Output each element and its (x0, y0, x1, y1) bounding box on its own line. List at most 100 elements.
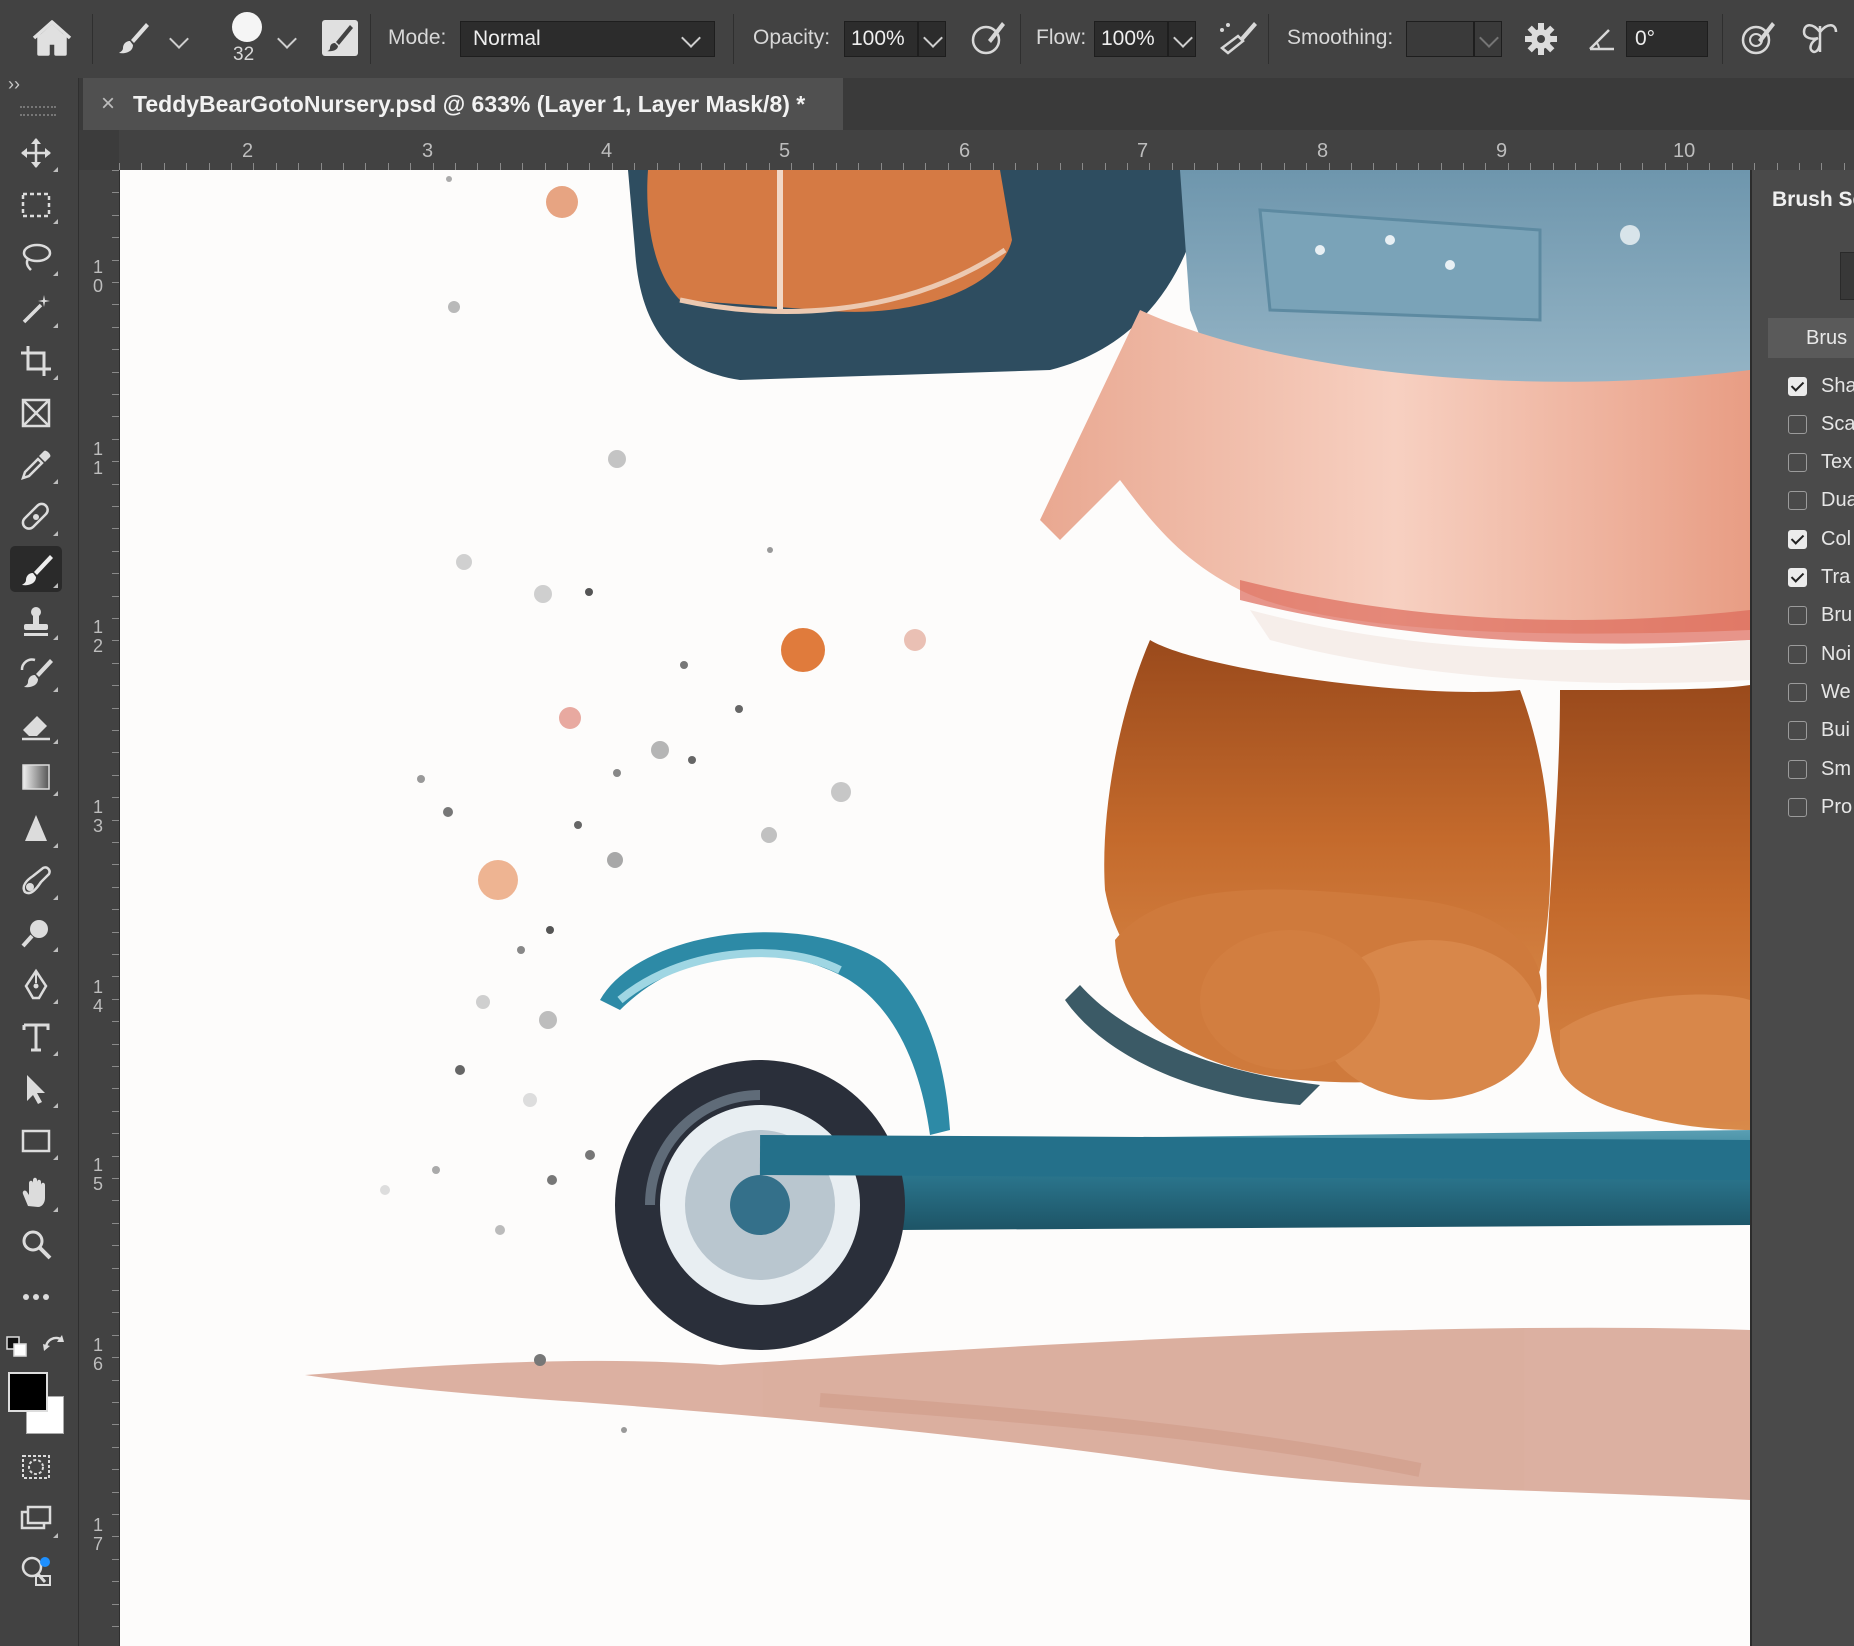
ruler-tick (112, 1603, 119, 1605)
eraser-icon[interactable] (10, 702, 62, 748)
brush-setting-row[interactable]: Sm (1768, 750, 1854, 788)
ruler-tick (1418, 163, 1420, 170)
brush-setting-checkbox[interactable] (1788, 568, 1807, 587)
brush-picker-chevron-icon[interactable] (277, 29, 297, 49)
clone-stamp-icon[interactable] (10, 598, 62, 644)
home-icon[interactable] (30, 18, 74, 63)
brush-setting-row[interactable]: Tra (1768, 559, 1854, 597)
brush-setting-row[interactable]: Tex (1768, 444, 1854, 482)
ruler-tick (1171, 163, 1173, 170)
path-selection-icon[interactable] (10, 1066, 62, 1112)
brushes-button[interactable] (1840, 252, 1854, 300)
rectangular-marquee-icon[interactable] (10, 182, 62, 228)
document-tab[interactable]: × TeddyBearGotoNursery.psd @ 633% (Layer… (83, 78, 843, 130)
flow-dropdown[interactable] (1168, 21, 1196, 57)
brush-setting-row[interactable]: Bui (1768, 712, 1854, 750)
eyedropper-icon[interactable] (10, 442, 62, 488)
brush-setting-row[interactable]: Col (1768, 520, 1854, 558)
frame-tool-icon[interactable] (10, 390, 62, 436)
ruler-tick (112, 528, 119, 530)
airbrush-icon[interactable] (1216, 18, 1258, 63)
smudge-icon[interactable] (10, 858, 62, 904)
pressure-opacity-icon[interactable] (968, 18, 1008, 63)
brush-tip-shape-header[interactable]: Brus (1768, 318, 1854, 358)
brush-setting-row[interactable]: Bru (1768, 597, 1854, 635)
brush-preset-chevron-icon[interactable] (169, 29, 189, 49)
document-canvas[interactable] (120, 170, 1750, 1646)
zoom-icon[interactable] (10, 1222, 62, 1268)
brush-setting-row[interactable]: Dua (1768, 482, 1854, 520)
brush-setting-checkbox[interactable] (1788, 414, 1807, 434)
screen-mode-icon[interactable] (10, 1496, 62, 1542)
swap-colors-icon[interactable] (42, 1334, 68, 1365)
brush-setting-checkbox[interactable] (1788, 606, 1807, 626)
history-brush-icon[interactable] (10, 650, 62, 696)
more-tools-icon[interactable] (10, 1274, 62, 1320)
brush-setting-row[interactable]: Sha (1768, 367, 1854, 405)
brush-setting-row[interactable]: Sca (1768, 405, 1854, 443)
brush-setting-label: Sha (1821, 374, 1854, 397)
blur-icon[interactable] (10, 806, 62, 852)
default-colors-icon[interactable] (6, 1336, 28, 1363)
brush-setting-checkbox[interactable] (1788, 721, 1807, 741)
gear-icon[interactable] (1524, 22, 1558, 61)
brush-setting-checkbox[interactable] (1788, 491, 1807, 511)
ruler-tick (679, 163, 680, 170)
horizontal-ruler[interactable]: 2 3 4 5 6 7 8 9 10 (79, 130, 1854, 171)
type-icon[interactable] (10, 1014, 62, 1060)
brush-setting-checkbox[interactable] (1788, 682, 1807, 702)
brush-setting-checkbox[interactable] (1788, 759, 1807, 779)
edit-toolbar-icon[interactable] (10, 1548, 62, 1594)
brush-setting-row[interactable]: Pro (1768, 788, 1854, 826)
smoothing-input[interactable] (1406, 21, 1474, 57)
ruler-tick (112, 1110, 119, 1112)
close-tab-icon[interactable]: × (101, 90, 115, 118)
flow-input[interactable]: 100% (1094, 21, 1168, 57)
ruler-tick (701, 163, 703, 170)
brush-setting-checkbox[interactable] (1788, 453, 1807, 473)
ruler-tick (112, 976, 119, 978)
hand-icon[interactable] (10, 1170, 62, 1216)
ruler-tick (112, 1267, 119, 1269)
vertical-ruler[interactable]: 10 11 12 13 14 15 16 17 (79, 170, 120, 1646)
quick-mask-icon[interactable] (10, 1444, 62, 1490)
brush-tool-icon[interactable] (10, 546, 62, 592)
brush-setting-checkbox[interactable] (1788, 644, 1807, 664)
brush-settings-toggle-icon[interactable] (322, 20, 358, 56)
brush-setting-checkbox[interactable] (1788, 376, 1807, 396)
ruler-origin[interactable] (79, 130, 119, 170)
brush-setting-row[interactable]: We (1768, 673, 1854, 711)
symmetry-butterfly-icon[interactable] (1800, 18, 1840, 63)
healing-brush-icon[interactable] (10, 494, 62, 540)
pressure-size-icon[interactable] (1738, 18, 1778, 63)
gradient-icon[interactable] (10, 754, 62, 800)
ruler-tick (112, 1043, 119, 1045)
move-tool-icon[interactable] (10, 130, 62, 176)
dodge-icon[interactable] (10, 910, 62, 956)
opacity-dropdown[interactable] (918, 21, 946, 57)
opacity-input[interactable]: 100% (844, 21, 918, 57)
smoothing-dropdown[interactable] (1474, 21, 1502, 57)
foreground-color-swatch[interactable] (8, 1372, 48, 1412)
brush-setting-checkbox[interactable] (1788, 797, 1807, 817)
crop-icon[interactable] (10, 338, 62, 384)
lasso-icon[interactable] (10, 234, 62, 280)
ruler-tick (112, 1626, 119, 1627)
ruler-tick (112, 326, 119, 328)
brush-setting-row[interactable]: Noi (1768, 635, 1854, 673)
pen-icon[interactable] (10, 962, 62, 1008)
ruler-tick (112, 1334, 119, 1336)
mode-select[interactable]: Normal (460, 21, 715, 57)
brush-tip-preview-icon[interactable] (232, 12, 262, 42)
ruler-label: 2 (242, 140, 254, 162)
brush-preset-icon[interactable] (116, 20, 152, 61)
ruler-tick (387, 163, 389, 170)
ruler-tick (320, 163, 322, 170)
brush-setting-checkbox[interactable] (1788, 529, 1807, 549)
panel-grip[interactable] (20, 106, 56, 116)
collapse-panel-icon[interactable]: ›› (8, 74, 20, 95)
magic-wand-icon[interactable] (10, 286, 62, 332)
ruler-tick (112, 1021, 119, 1023)
rectangle-shape-icon[interactable] (10, 1118, 62, 1164)
angle-input[interactable]: 0° (1626, 21, 1708, 57)
